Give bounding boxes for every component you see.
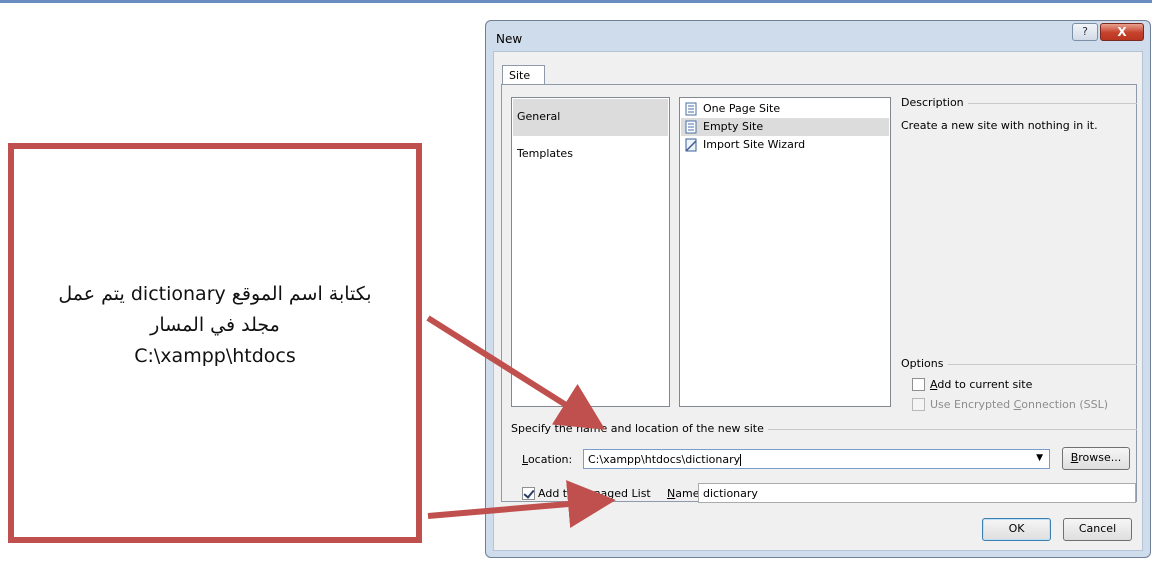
category-general[interactable]: General [513, 99, 668, 136]
annotation-callout-box: بكتابة اسم الموقع dictionary يتم عمل مجل… [8, 143, 422, 543]
chevron-down-icon[interactable]: ▼ [1036, 453, 1043, 463]
new-site-dialog: New ? X Site General Templates One Page … [485, 20, 1151, 558]
location-input[interactable]: C:\xampp\htdocs\dictionary ▼ [583, 449, 1050, 469]
use-ssl-label: Use Encrypted Connection (SSL) [930, 398, 1109, 411]
description-text: Create a new site with nothing in it. [901, 119, 1098, 132]
location-label: Location: [522, 453, 573, 466]
location-value: C:\xampp\htdocs\dictionary [588, 453, 741, 466]
add-to-current-site-label: Add to current site [930, 378, 1033, 391]
close-button[interactable]: X [1100, 23, 1144, 41]
add-to-current-site-checkbox[interactable] [912, 378, 925, 391]
specify-divider [747, 429, 1137, 430]
text-caret [740, 454, 742, 466]
annotation-line-1: بكتابة اسم الموقع dictionary يتم عمل [58, 283, 372, 305]
template-label: One Page Site [703, 102, 781, 115]
dialog-body: Site General Templates One Page Site Emp… [493, 51, 1143, 551]
description-divider [962, 103, 1137, 104]
template-label: Import Site Wizard [703, 138, 806, 151]
template-import-site-wizard[interactable]: Import Site Wizard [681, 136, 889, 154]
help-button[interactable]: ? [1072, 23, 1098, 41]
options-heading: Options [901, 357, 948, 370]
use-ssl-checkbox[interactable] [912, 398, 925, 411]
category-templates[interactable]: Templates [513, 136, 668, 173]
template-list[interactable]: One Page Site Empty Site Import Site Wiz… [679, 97, 891, 407]
category-list[interactable]: General Templates [511, 97, 670, 407]
description-heading: Description [901, 96, 968, 109]
page-icon [685, 102, 697, 116]
template-label: Empty Site [703, 120, 764, 133]
page-icon [685, 120, 697, 134]
template-one-page-site[interactable]: One Page Site [681, 100, 889, 118]
tab-site[interactable]: Site [502, 65, 545, 85]
wizard-icon [685, 138, 697, 152]
top-accent-line [0, 0, 1152, 3]
add-to-managed-list-checkbox[interactable] [522, 487, 535, 500]
ok-button[interactable]: OK [982, 518, 1051, 541]
options-divider [948, 364, 1137, 365]
dialog-title: New [496, 32, 523, 46]
annotation-text: بكتابة اسم الموقع dictionary يتم عمل مجل… [14, 279, 416, 372]
annotation-line-2: مجلد في المسار [150, 314, 280, 336]
name-value: dictionary [703, 487, 758, 500]
template-empty-site[interactable]: Empty Site [681, 118, 889, 136]
site-tab-pane: General Templates One Page Site Empty Si… [501, 84, 1137, 503]
cancel-button[interactable]: Cancel [1063, 518, 1132, 541]
category-label: General [517, 110, 561, 123]
name-input[interactable]: dictionary [698, 483, 1136, 503]
browse-button[interactable]: Browse... [1062, 447, 1130, 470]
add-to-managed-list-label: Add to Managed List [538, 487, 651, 500]
category-label: Templates [517, 147, 573, 160]
specify-heading: Specify the name and location of the new… [511, 422, 768, 435]
annotation-line-3: C:\xampp\htdocs [134, 345, 296, 367]
